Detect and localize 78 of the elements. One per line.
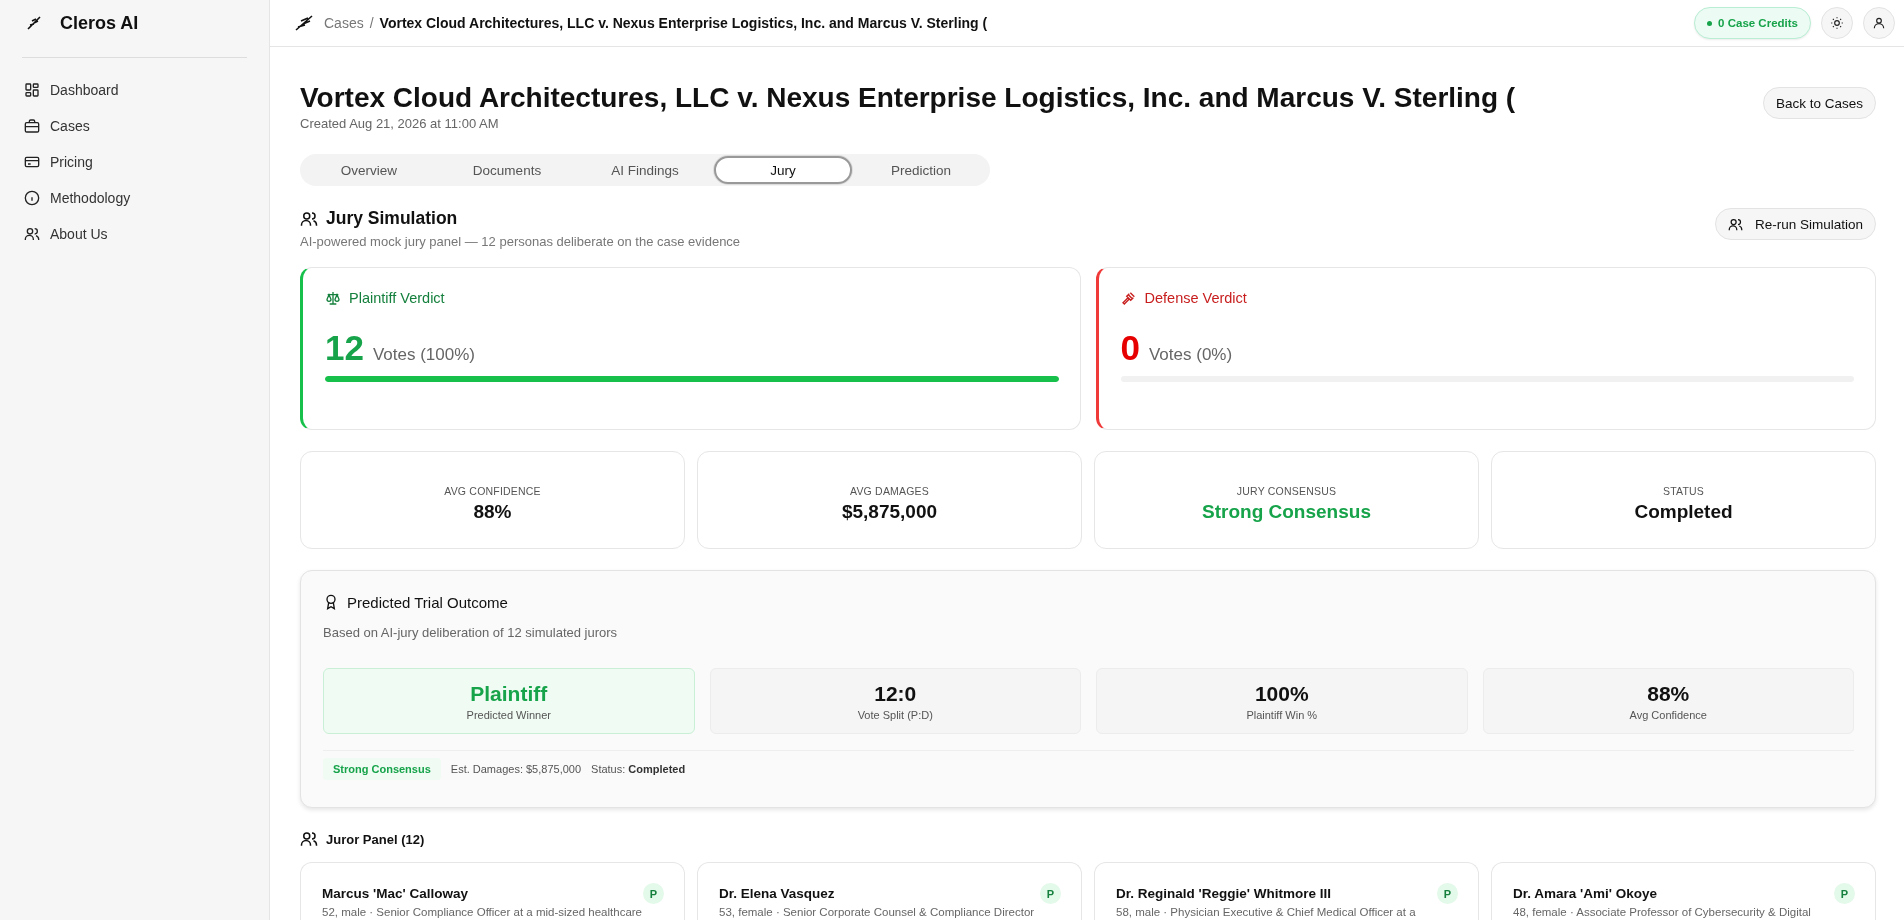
section-subtitle: AI-powered mock jury panel — 12 personas deliberate on the case evidence — [300, 234, 741, 249]
status-text: Status: Completed — [591, 763, 686, 775]
breadcrumb-separator: / — [369, 15, 374, 31]
sun-icon — [1830, 16, 1844, 30]
created-date: Created Aug 21, 2026 at 11:00 AM — [300, 116, 500, 131]
back-button[interactable]: Back to Cases — [1762, 87, 1876, 119]
theme-toggle-button[interactable] — [1821, 7, 1853, 39]
user-menu-button[interactable] — [1863, 7, 1895, 39]
vote-badge: P — [1437, 883, 1458, 904]
juror-description: 48, female · Associate Professor of Cybersecurity & Digital — [1513, 905, 1812, 919]
logo-icon — [26, 15, 42, 31]
vote-count: 0 — [1120, 328, 1140, 368]
scales-icon — [325, 290, 341, 306]
rerun-button[interactable]: Re-run Simulation — [1714, 208, 1876, 240]
vote-count: 12 — [325, 328, 364, 368]
sidebar-item[interactable]: About Us — [22, 216, 247, 252]
users-icon — [300, 830, 318, 848]
vote-badge: P — [1040, 883, 1061, 904]
breadcrumb-current: Vortex Cloud Architectures, LLC v. Nexus Enterprise Logistics, Inc. and Marcus V. Sterling ( — [379, 15, 988, 31]
tile-value: 88% — [1647, 681, 1690, 706]
user-icon — [1872, 16, 1886, 30]
section-title: Juror Panel (12) — [326, 831, 425, 847]
vote-badge: P — [643, 883, 664, 904]
credit-card-icon — [24, 154, 40, 170]
briefcase-icon — [24, 118, 40, 134]
tile-value: 12:0 — [874, 681, 917, 706]
verdict-title: Defense Verdict — [1144, 290, 1247, 306]
vote-percentage: Votes (100%) — [372, 345, 475, 365]
section-title: Jury Simulation — [326, 208, 458, 229]
info-icon — [24, 190, 40, 206]
sidebar-item[interactable]: Cases — [22, 108, 247, 144]
panel-subtitle: Based on AI-jury deliberation of 12 simulated jurors — [323, 625, 619, 640]
tile-label: Predicted Winner — [466, 708, 551, 721]
estimated-damages: Est. Damages: $5,875,000 — [450, 763, 582, 775]
juror-description: 53, female · Senior Corporate Counsel & Compliance Director — [719, 905, 1036, 919]
tile-label: Plaintiff Win % — [1246, 708, 1318, 721]
vote-percentage: Votes (0%) — [1148, 345, 1233, 365]
status-dot — [1707, 20, 1713, 26]
breadcrumb-link[interactable]: Cases — [324, 15, 364, 31]
tile-value: 100% — [1254, 681, 1309, 706]
stat-label: JURY CONSENSUS — [1236, 485, 1337, 497]
juror-description: 52, male · Senior Compliance Officer at a mid-sized healthcare — [322, 905, 644, 919]
stat-value: Strong Consensus — [1202, 501, 1371, 523]
users-icon — [300, 209, 318, 228]
tile-label: Vote Split (P:D) — [857, 708, 933, 721]
page-title: Vortex Cloud Architectures, LLC v. Nexus Enterprise Logistics, Inc. and Marcus V. Sterling ( — [300, 81, 1516, 115]
juror-name: Dr. Reginald 'Reggie' Whitmore III — [1116, 885, 1331, 902]
stat-value: Completed — [1634, 501, 1733, 523]
stat-value: 88% — [473, 501, 512, 523]
tile-label: Avg Confidence — [1629, 708, 1707, 721]
tab[interactable]: Overview — [300, 156, 438, 184]
juror-name: Dr. Amara 'Ami' Okoye — [1513, 885, 1657, 902]
juror-description: 58, male · Physician Executive & Chief Medical Officer at a — [1116, 905, 1417, 919]
logo-icon — [294, 14, 314, 32]
tab[interactable]: Documents — [438, 156, 576, 184]
award-icon — [323, 593, 339, 611]
tab[interactable]: AI Findings — [576, 156, 714, 184]
sidebar-item[interactable]: Dashboard — [22, 72, 247, 108]
users-icon — [1727, 216, 1743, 232]
juror-name: Marcus 'Mac' Calloway — [322, 885, 468, 902]
vote-badge: P — [1834, 883, 1855, 904]
gavel-icon — [1120, 290, 1137, 306]
tab[interactable]: Prediction — [852, 156, 990, 184]
juror-name: Dr. Elena Vasquez — [719, 885, 835, 902]
sidebar-item[interactable]: Pricing — [22, 144, 247, 180]
stat-value: $5,875,000 — [841, 501, 938, 523]
verdict-title: Plaintiff Verdict — [349, 290, 445, 306]
tile-value: Plaintiff — [470, 681, 548, 706]
consensus-badge: Strong Consensus — [323, 758, 441, 780]
stat-label: AVG CONFIDENCE — [444, 485, 541, 497]
panel-title: Predicted Trial Outcome — [347, 593, 508, 611]
tab[interactable]: Jury — [714, 156, 852, 184]
brand-name: Cleros AI — [60, 12, 139, 34]
dashboard-icon — [24, 82, 40, 98]
stat-label: AVG DAMAGES — [850, 485, 929, 497]
sidebar-item[interactable]: Methodology — [22, 180, 247, 216]
users-icon — [24, 226, 40, 242]
stat-label: STATUS — [1662, 485, 1705, 497]
